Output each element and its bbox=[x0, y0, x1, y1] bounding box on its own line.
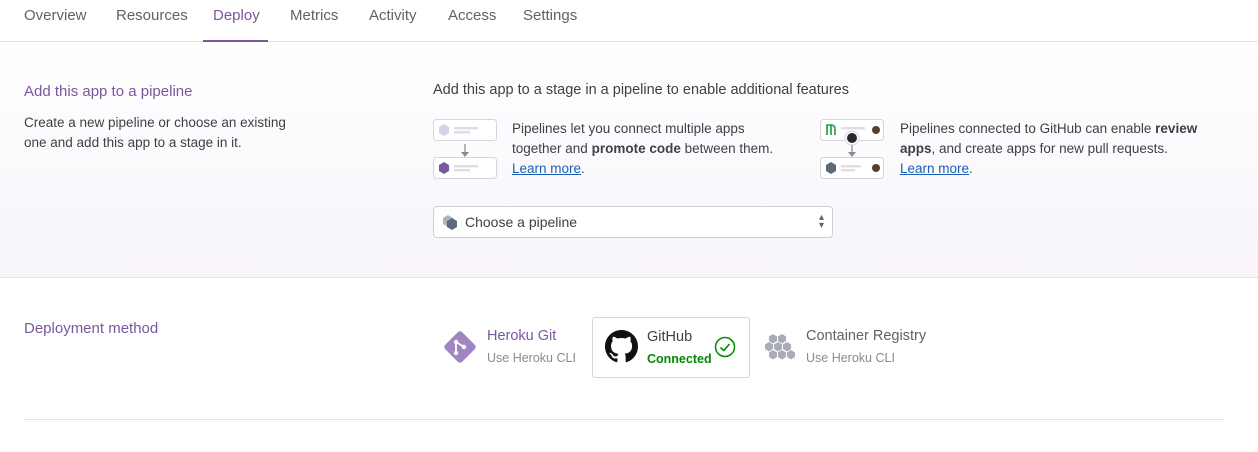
deploy-method-heroku-git[interactable]: Heroku Git Use Heroku CLI bbox=[443, 317, 583, 378]
github-connected-status: Connected bbox=[647, 352, 712, 366]
feature-promote-link-row: Learn more. bbox=[512, 159, 773, 179]
tab-deploy[interactable]: Deploy bbox=[213, 0, 260, 42]
feature-review-line1-pre: Pipelines connected to GitHub can enable bbox=[900, 121, 1156, 136]
feature-review-line1: Pipelines connected to GitHub can enable… bbox=[900, 119, 1197, 139]
pipeline-description-line1: Create a new pipeline or choose an exist… bbox=[24, 115, 286, 130]
pipeline-section: Add this app to a pipeline Create a new … bbox=[0, 42, 1258, 278]
feature-promote-bold: promote code bbox=[591, 141, 681, 156]
feature-review-link-row: Learn more. bbox=[900, 159, 1197, 179]
pipeline-description: Create a new pipeline or choose an exist… bbox=[24, 113, 286, 153]
promote-illustration-icon bbox=[433, 119, 497, 183]
learn-more-link[interactable]: Learn more bbox=[900, 161, 969, 176]
chevron-up-down-icon: ▴ ▾ bbox=[818, 212, 824, 231]
link-suffix: . bbox=[581, 161, 585, 176]
heroku-git-sub: Use Heroku CLI bbox=[487, 351, 576, 365]
feature-review-bold2: apps bbox=[900, 141, 932, 156]
section-divider bbox=[24, 419, 1224, 420]
heroku-git-name: Heroku Git bbox=[487, 328, 557, 344]
feature-promote-line2: together and promote code between them. bbox=[512, 139, 773, 159]
feature-review-apps-text: Pipelines connected to GitHub can enable… bbox=[900, 119, 1197, 179]
tab-overview[interactable]: Overview bbox=[24, 0, 87, 42]
check-circle-icon bbox=[714, 336, 736, 363]
container-registry-name: Container Registry bbox=[806, 328, 927, 344]
tab-settings[interactable]: Settings bbox=[523, 0, 577, 42]
tab-metrics[interactable]: Metrics bbox=[290, 0, 338, 42]
feature-promote-line2-post: between them. bbox=[680, 141, 774, 156]
pipeline-select[interactable]: Choose a pipeline ▴ ▾ bbox=[433, 206, 833, 238]
feature-promote-text: Pipelines let you connect multiple apps … bbox=[512, 119, 773, 179]
container-icon bbox=[765, 332, 795, 367]
link-suffix: . bbox=[969, 161, 973, 176]
deployment-method-title: Deployment method bbox=[24, 320, 159, 337]
feature-review-bold1: review bbox=[1155, 121, 1198, 136]
deploy-method-container-registry[interactable]: Container Registry Use Heroku CLI bbox=[764, 317, 934, 378]
tab-resources[interactable]: Resources bbox=[116, 0, 188, 42]
pipeline-heading: Add this app to a stage in a pipeline to… bbox=[433, 82, 849, 98]
pipeline-select-value: Choose a pipeline bbox=[465, 214, 578, 230]
pipeline-description-line2: one and add this app to a stage in it. bbox=[24, 135, 242, 150]
learn-more-link[interactable]: Learn more bbox=[512, 161, 581, 176]
tab-access[interactable]: Access bbox=[448, 0, 496, 42]
tab-activity[interactable]: Activity bbox=[369, 0, 417, 42]
feature-review-line2: apps, and create apps for new pull reque… bbox=[900, 139, 1197, 159]
github-name: GitHub bbox=[647, 329, 693, 345]
feature-review-line2-post: , and create apps for new pull requests. bbox=[931, 141, 1168, 156]
deploy-method-github[interactable]: GitHub Connected bbox=[592, 317, 750, 378]
top-nav: Overview Resources Deploy Metrics Activi… bbox=[0, 0, 1258, 42]
git-icon bbox=[443, 330, 477, 369]
pipeline-icon bbox=[442, 214, 459, 235]
container-registry-sub: Use Heroku CLI bbox=[806, 351, 895, 365]
github-icon bbox=[605, 330, 638, 368]
feature-promote-line2-pre: together and bbox=[512, 141, 592, 156]
pipeline-section-title: Add this app to a pipeline bbox=[24, 83, 193, 100]
feature-promote-line1: Pipelines let you connect multiple apps bbox=[512, 121, 745, 136]
review-apps-illustration-icon bbox=[820, 119, 884, 183]
